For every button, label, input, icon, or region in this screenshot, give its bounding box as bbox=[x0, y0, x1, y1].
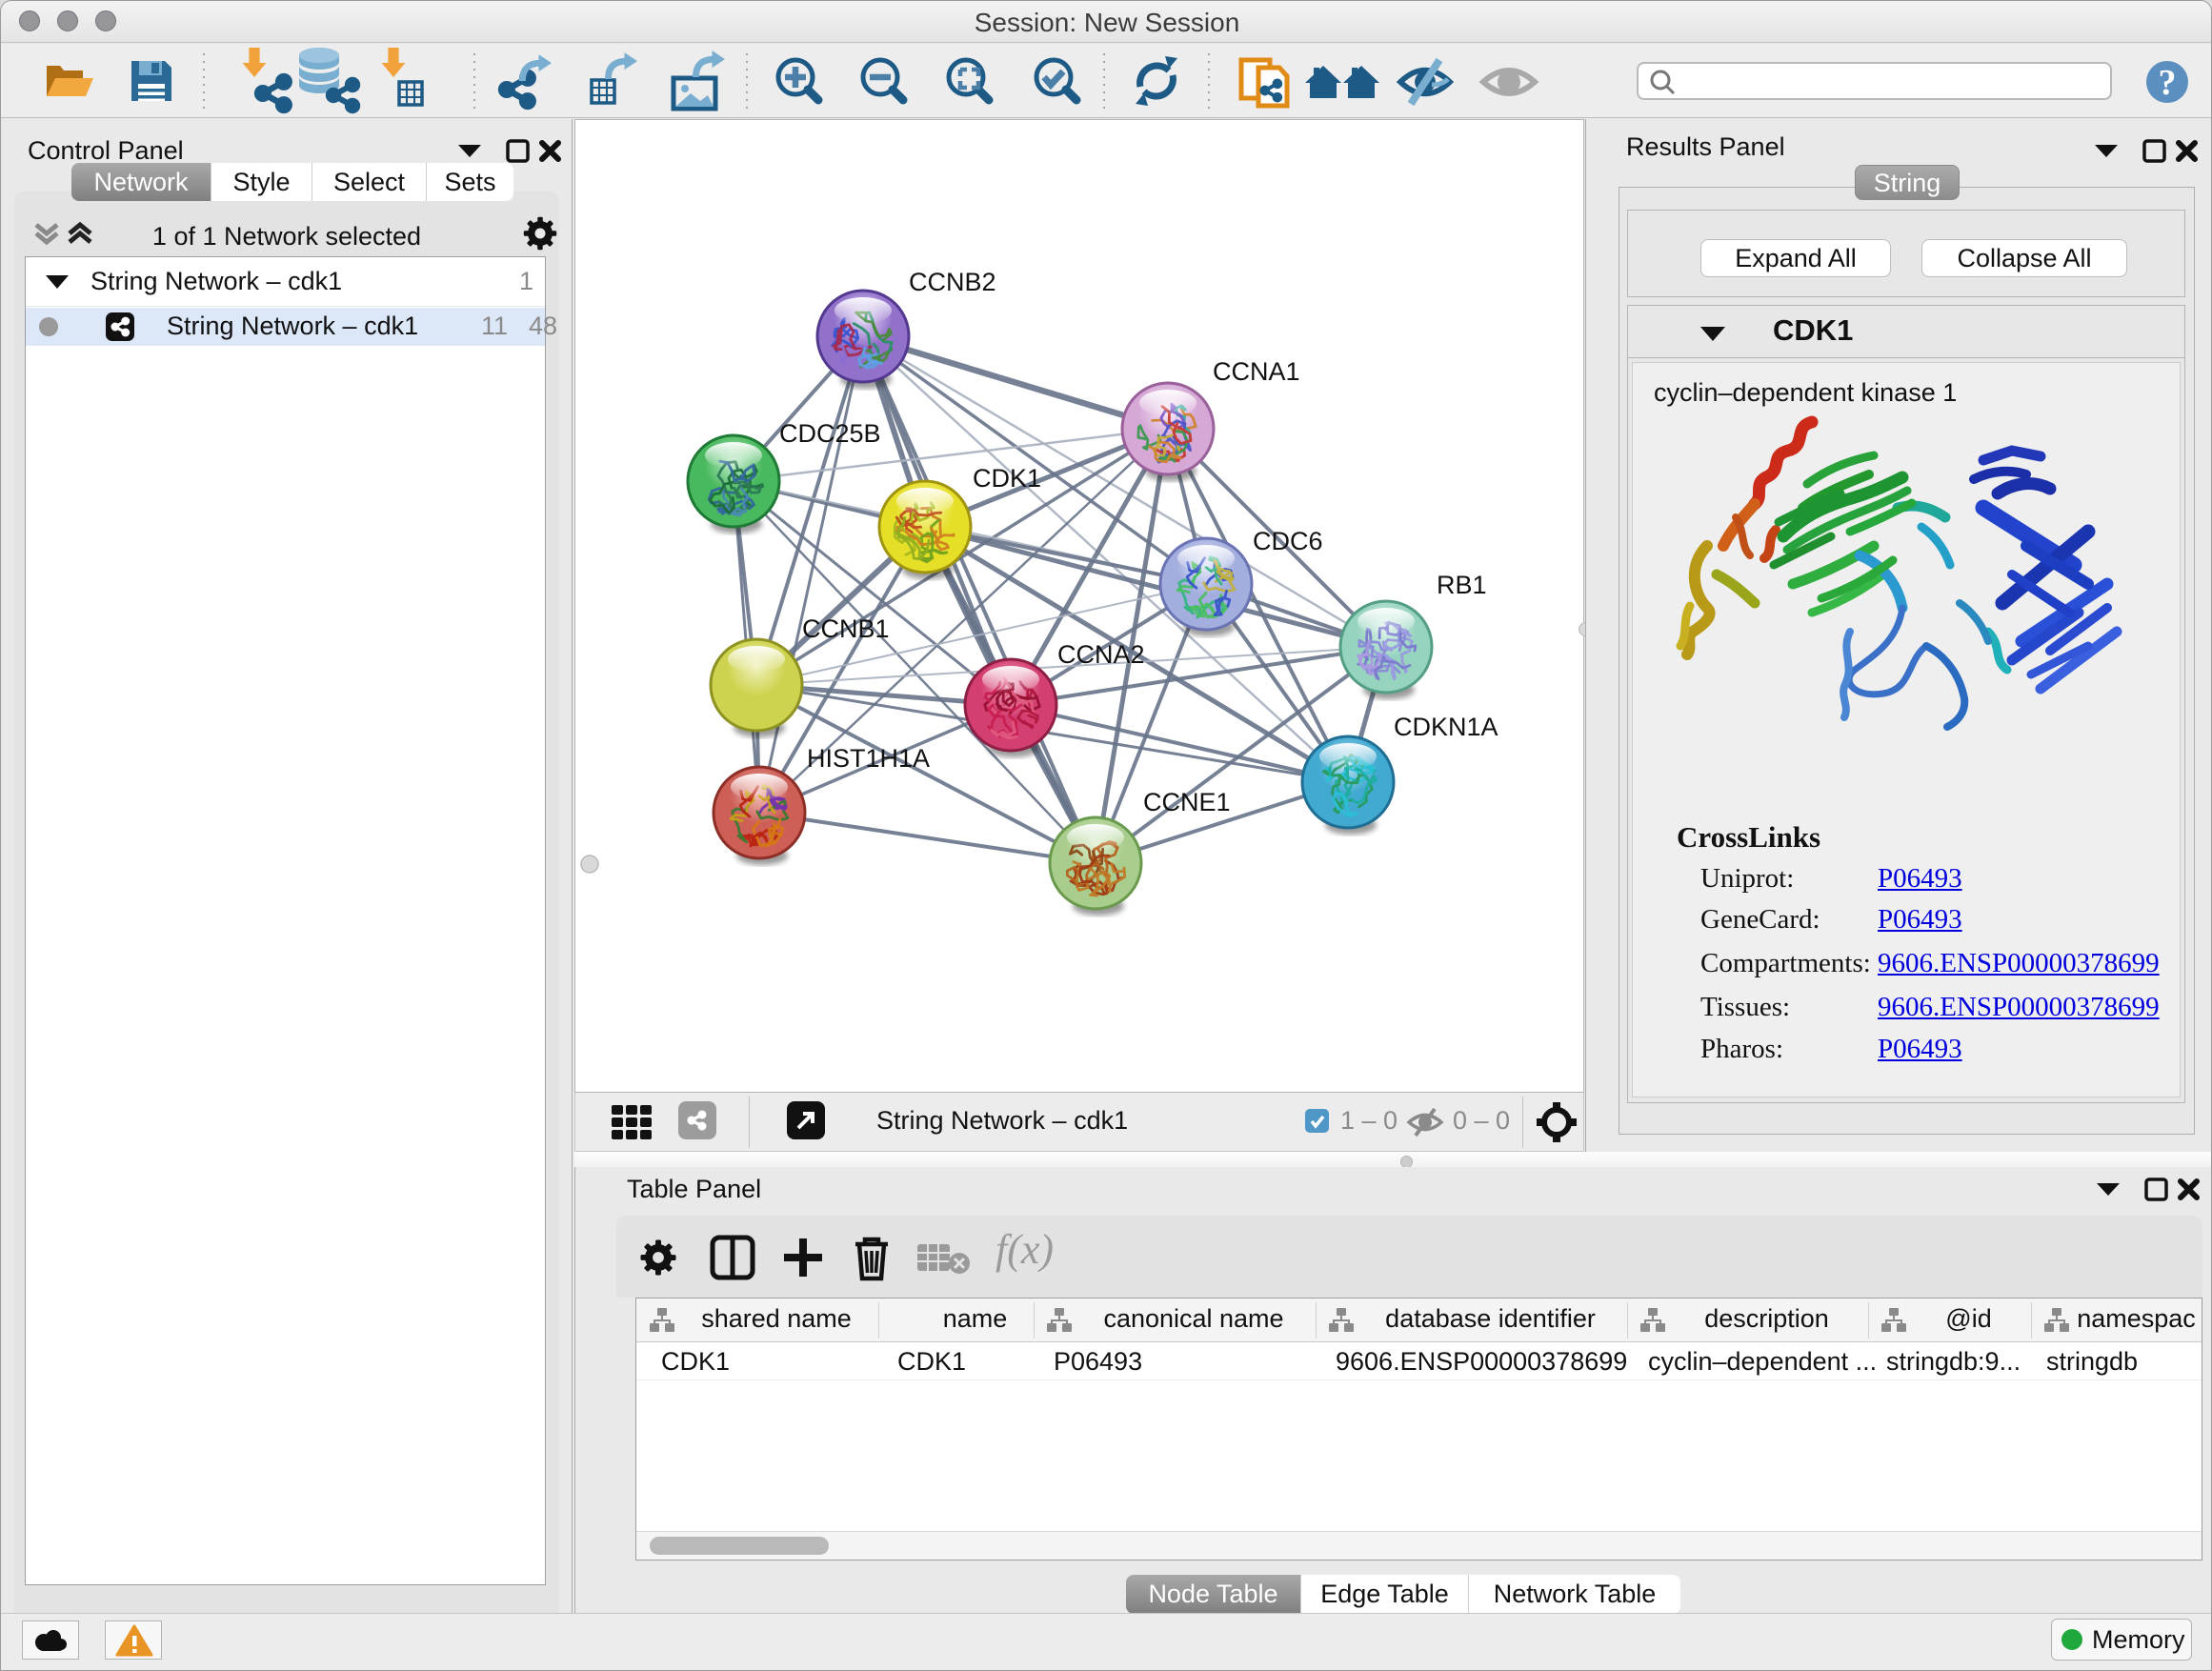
svg-text:CCNB2: CCNB2 bbox=[909, 268, 996, 296]
svg-text:CDKN1A: CDKN1A bbox=[1394, 713, 1498, 741]
svg-text:CCNA2: CCNA2 bbox=[1057, 640, 1145, 669]
svg-text:RB1: RB1 bbox=[1437, 571, 1487, 599]
svg-text:?: ? bbox=[2159, 63, 2177, 103]
svg-text:CCNA1: CCNA1 bbox=[1213, 357, 1300, 386]
svg-text:CDK1: CDK1 bbox=[973, 464, 1041, 493]
svg-text:CDC6: CDC6 bbox=[1253, 527, 1323, 555]
svg-text:CCNB1: CCNB1 bbox=[802, 614, 890, 643]
svg-text:HIST1H1A: HIST1H1A bbox=[807, 744, 930, 773]
svg-text:CDC25B: CDC25B bbox=[779, 419, 881, 448]
svg-text:CCNE1: CCNE1 bbox=[1143, 788, 1231, 816]
